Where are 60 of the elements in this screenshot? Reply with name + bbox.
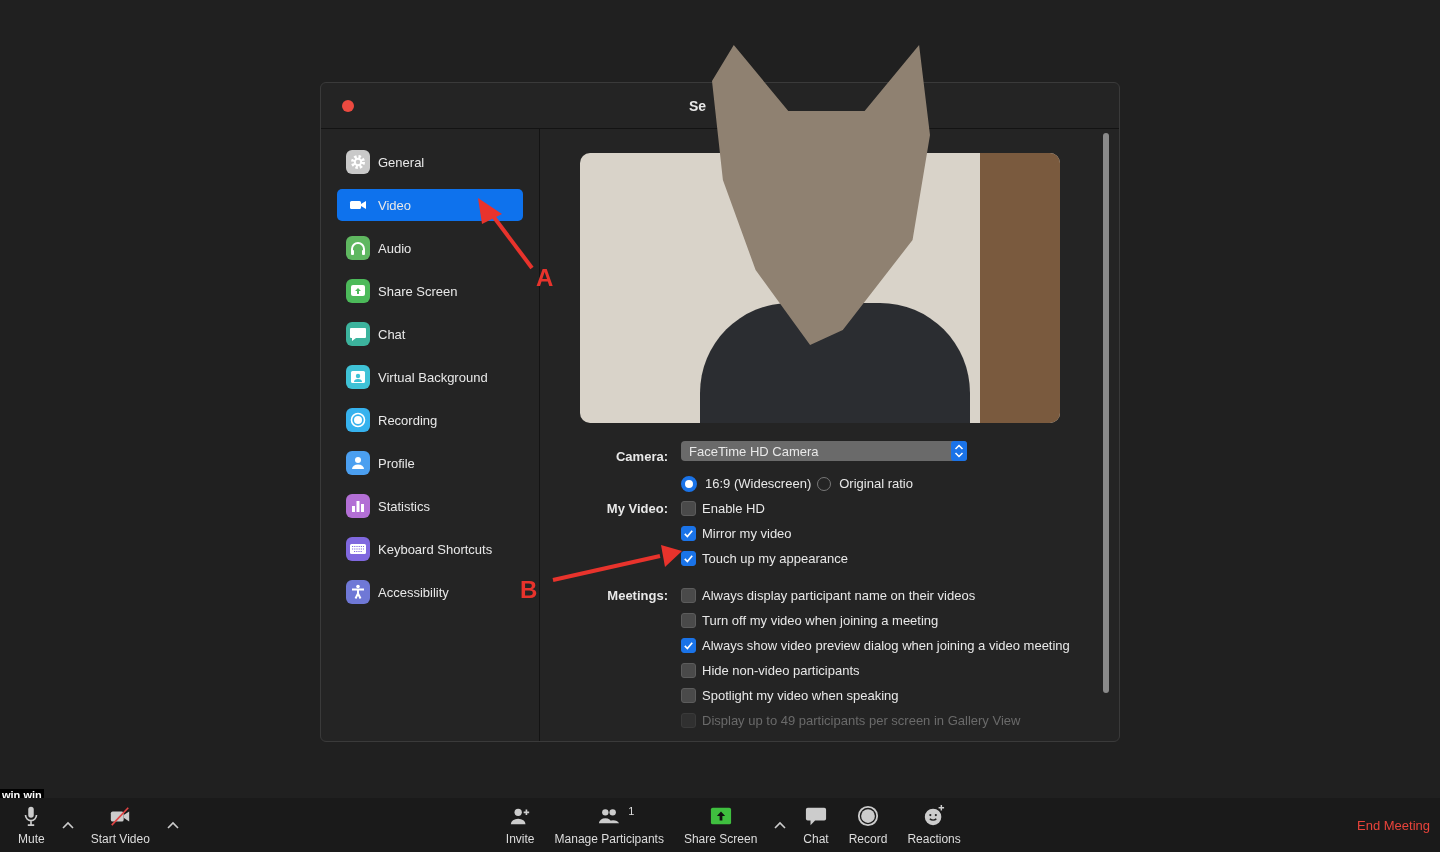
sidebar-item[interactable]: Video [337,189,523,221]
checkbox-label: Enable HD [702,501,765,516]
toolbar-button[interactable]: Invite [501,804,539,846]
toolbar-button[interactable]: Chat [799,804,833,846]
close-button[interactable] [342,99,354,112]
checkbox[interactable] [681,613,696,628]
annotation-letter: B [520,577,538,603]
checkbox[interactable] [681,663,696,678]
record-icon [857,804,880,827]
stepper-icon [951,441,967,461]
checkbox[interactable] [681,588,696,603]
checkbox[interactable] [681,638,696,653]
toolbar-button[interactable]: Reactions [903,804,965,846]
toolbar-button[interactable]: Mute [14,804,49,846]
checkbox-label: Always show video preview dialog when joining a video meeting [702,638,1070,653]
checkbox-label: Touch up my appearance [702,551,848,566]
annotation-letter: A [536,265,554,291]
checkmark-icon [682,639,695,652]
checkbox-label: Hide non-video participants [702,663,860,678]
scrollbar[interactable] [1103,133,1109,693]
radio-button[interactable] [681,475,697,492]
window-title: Se [689,97,707,114]
checkbox-label: Spotlight my video when speaking [702,688,899,703]
sidebar-item[interactable]: Profile [337,447,523,479]
checkbox-label: Turn off my video when joining a meeting [702,613,939,628]
participant-count: 1 [628,804,635,817]
sidebar-item[interactable]: Chat [337,318,523,350]
video-camera-off-icon [109,804,132,827]
sidebar-item[interactable]: Statistics [337,490,523,522]
checkbox[interactable] [681,688,696,703]
section-label: My Video: [605,500,668,518]
smiley-icon [923,804,946,827]
checkbox[interactable] [681,501,696,516]
annotation-arrow [478,198,534,270]
caret-icon[interactable] [165,820,180,830]
toolbar-button[interactable]: Share Screen [679,804,762,846]
caret-icon[interactable] [60,820,75,830]
checkbox-label: Always display participant name on their videos [702,588,976,603]
camera-label: Camera: [614,447,668,466]
sidebar-item[interactable]: Keyboard Shortcuts [337,533,523,565]
checkbox-label: Mirror my video [702,526,792,541]
radio-label: Original ratio [839,476,913,491]
toolbar-button[interactable]: 1 Manage Participants [550,804,668,846]
caret-icon[interactable] [773,820,788,830]
toolbar-button[interactable]: Record [844,804,892,846]
end-meeting-button[interactable]: End Meeting [1357,817,1430,833]
checkmark-icon [682,552,695,565]
checkmark-icon [682,527,695,540]
checkbox[interactable] [681,551,696,566]
sidebar-item[interactable]: Audio [337,232,523,264]
sidebar-item[interactable]: General [337,146,523,178]
checkbox-label: Display up to 49 participants per screen in Gallery View [702,713,1021,728]
sidebar-item[interactable]: Virtual Background [337,361,523,393]
toolbar-button[interactable]: Start Video [86,804,154,846]
camera-dropdown[interactable]: FaceTime HD Camera [681,441,967,461]
sidebar-item[interactable]: Recording [337,404,523,436]
checkbox[interactable] [681,526,696,541]
radio-label: 16:9 (Widescreen) [705,476,812,491]
sidebar-item[interactable]: Share Screen [337,275,523,307]
section-label: Meetings: [606,587,668,605]
